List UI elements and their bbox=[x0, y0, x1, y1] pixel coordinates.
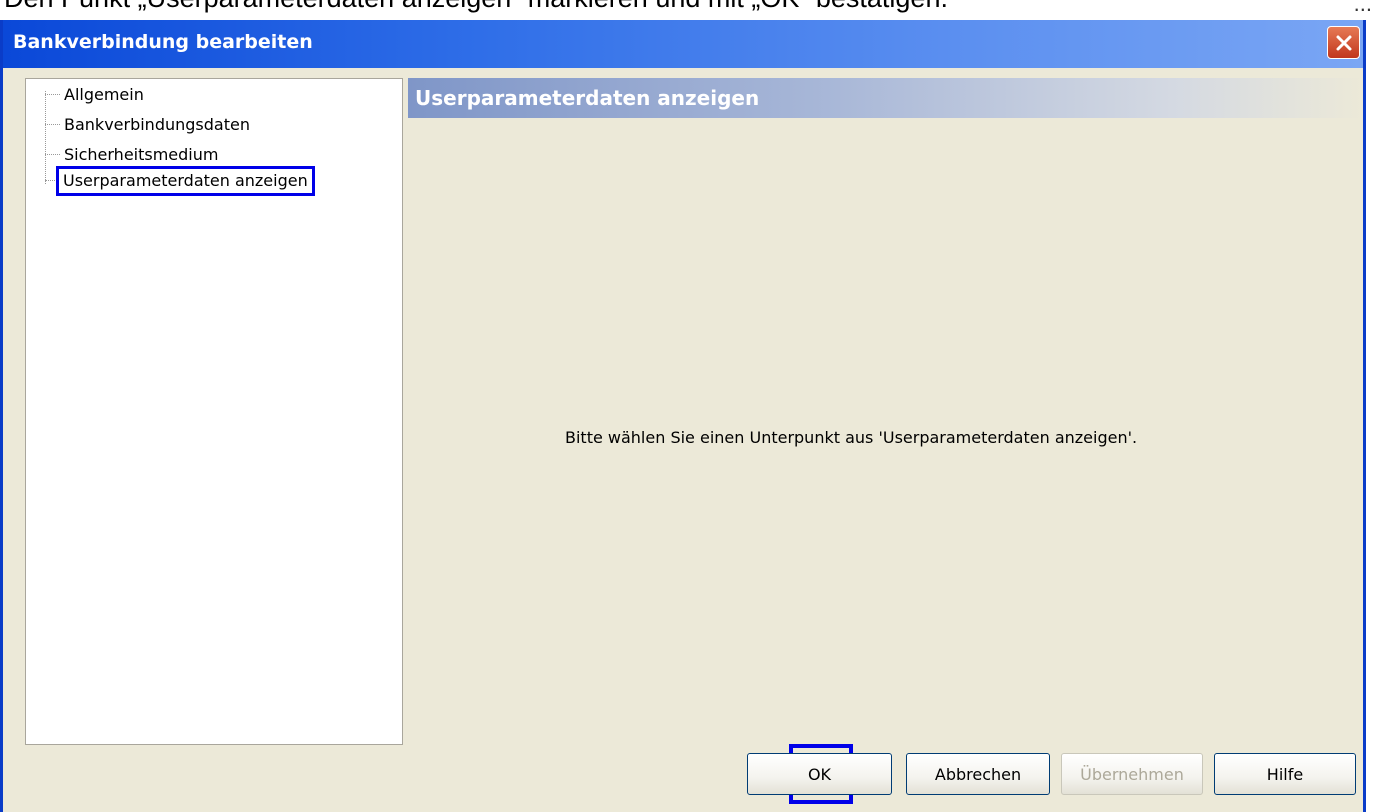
instruction-text: Den Punkt „Userparameterdaten anzeigen“ … bbox=[4, 0, 948, 13]
bank-connection-dialog: Bankverbindung bearbeiten Allgemein Bank… bbox=[0, 20, 1366, 812]
tree-item-label: Allgemein bbox=[64, 85, 144, 104]
tree-connector bbox=[45, 180, 55, 181]
tree-item-label: Sicherheitsmedium bbox=[64, 145, 219, 164]
tree-item-allgemein[interactable]: Allgemein bbox=[45, 85, 144, 104]
content-hint: Bitte wählen Sie einen Unterpunkt aus 'U… bbox=[565, 428, 1138, 447]
apply-button[interactable]: Übernehmen bbox=[1061, 753, 1203, 795]
close-icon bbox=[1336, 35, 1351, 50]
tree-item-label: Userparameterdaten anzeigen bbox=[63, 171, 308, 190]
ok-button[interactable]: OK bbox=[747, 753, 892, 795]
tree-connector bbox=[45, 124, 60, 125]
tree-connector bbox=[45, 154, 60, 155]
tree-connector-line bbox=[45, 91, 46, 184]
cancel-button[interactable]: Abbrechen bbox=[906, 753, 1050, 795]
tree-item-bankverbindungsdaten[interactable]: Bankverbindungsdaten bbox=[45, 115, 250, 134]
help-button[interactable]: Hilfe bbox=[1214, 753, 1356, 795]
tree-item-sicherheitsmedium[interactable]: Sicherheitsmedium bbox=[45, 145, 219, 164]
tree-item-userparameterdaten[interactable]: Userparameterdaten anzeigen bbox=[45, 166, 315, 196]
tree-item-label: Bankverbindungsdaten bbox=[64, 115, 250, 134]
close-button[interactable] bbox=[1327, 26, 1360, 59]
corner-text: ... bbox=[1353, 0, 1372, 16]
content-header: Userparameterdaten anzeigen bbox=[408, 78, 1363, 118]
navigation-tree: Allgemein Bankverbindungsdaten Sicherhei… bbox=[25, 78, 403, 745]
title-bar[interactable]: Bankverbindung bearbeiten bbox=[3, 20, 1363, 68]
content-header-title: Userparameterdaten anzeigen bbox=[415, 86, 760, 110]
screenshot-page: Den Punkt „Userparameterdaten anzeigen“ … bbox=[0, 0, 1376, 812]
dialog-title: Bankverbindung bearbeiten bbox=[13, 31, 313, 53]
tree-connector bbox=[45, 94, 60, 95]
